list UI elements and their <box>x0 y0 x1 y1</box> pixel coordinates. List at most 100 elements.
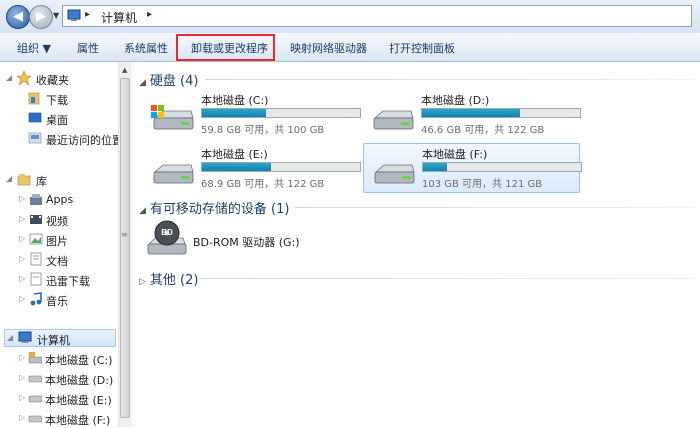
videos-library-icon <box>30 215 42 224</box>
recent-pages-dropdown-icon[interactable]: ▼ <box>53 11 59 20</box>
thunder-downloads-icon <box>30 272 42 286</box>
group-divider <box>199 278 695 279</box>
organize-button[interactable]: 组织 ▼ <box>17 40 51 56</box>
back-button[interactable]: ◀ <box>6 5 30 29</box>
collapse-arrow-icon[interactable]: ◢ <box>139 78 146 88</box>
bd-rom-drive-tile[interactable]: BD BD-ROM 驱动器 (G:) <box>147 220 347 260</box>
group-header-other[interactable]: ▷ 其他 (2) <box>139 269 198 288</box>
drive-free-space: 68.9 GB 可用，共 122 GB <box>201 179 325 190</box>
expand-arrow-icon[interactable]: ▷ <box>19 413 25 422</box>
drive-usage-fill <box>202 163 271 171</box>
nav-item-downloads[interactable]: 下载 <box>0 90 118 108</box>
expand-arrow-icon[interactable]: ▷ <box>19 294 25 303</box>
computer-icon <box>18 331 32 343</box>
properties-button[interactable]: 属性 <box>77 40 99 56</box>
collapse-arrow-icon[interactable]: ◢ <box>7 333 13 342</box>
address-field[interactable]: ▸ 计算机 ▸ <box>62 5 692 27</box>
nav-libraries[interactable]: ◢ 库 <box>0 171 118 189</box>
system-properties-button[interactable]: 系统属性 <box>124 40 168 56</box>
drive-name: 本地磁盘 (F:) <box>422 148 488 161</box>
expand-arrow-icon[interactable]: ▷ <box>19 234 25 243</box>
music-note-icon <box>30 292 42 306</box>
group-divider <box>205 79 695 80</box>
desktop-icon <box>28 112 42 123</box>
nav-item-recent-places[interactable]: 最近访问的位置 <box>0 130 123 148</box>
bd-badge: BD <box>161 228 173 237</box>
nav-item-drive-e[interactable]: ▷ 本地磁盘 (E:) <box>0 390 118 408</box>
expand-arrow-icon[interactable]: ▷ <box>19 353 25 362</box>
collapse-arrow-icon[interactable]: ◢ <box>6 174 12 183</box>
hard-drive-icon <box>153 164 194 184</box>
drive-usage-bar <box>422 162 582 172</box>
expand-arrow-icon[interactable]: ▷ <box>19 393 25 402</box>
library-icon <box>17 174 31 186</box>
star-icon <box>17 71 31 85</box>
nav-item-pictures[interactable]: ▷ 图片 <box>0 231 118 249</box>
nav-item-desktop[interactable]: 桌面 <box>0 110 118 128</box>
drive-name: 本地磁盘 (D:) <box>421 94 490 107</box>
hard-drive-icon <box>28 395 42 403</box>
forward-button[interactable]: ▶ <box>29 5 53 29</box>
drive-name: 本地磁盘 (C:) <box>201 94 269 107</box>
nav-item-drive-f[interactable]: ▷ 本地磁盘 (F:) <box>0 410 118 428</box>
hard-drive-icon <box>374 164 415 184</box>
recent-places-icon <box>28 132 42 144</box>
group-divider <box>295 207 695 208</box>
drive-tile-c[interactable]: 本地磁盘 (C:) 59.8 GB 可用，共 100 GB <box>143 90 361 138</box>
nav-item-documents[interactable]: ▷ 文档 <box>0 251 118 269</box>
highlight-box <box>176 34 275 61</box>
nav-item-apps[interactable]: ▷ Apps <box>0 191 118 209</box>
expand-arrow-icon[interactable]: ▷ <box>19 214 25 223</box>
nav-scrollbar[interactable]: ▲ ≡ <box>118 62 132 427</box>
nav-computer[interactable]: ◢ 计算机 <box>4 329 116 347</box>
pictures-library-icon <box>29 233 43 245</box>
expand-arrow-icon[interactable]: ▷ <box>19 194 25 203</box>
collapse-arrow-icon[interactable]: ◢ <box>6 73 12 82</box>
system-drive-icon <box>28 352 42 364</box>
drive-usage-fill <box>423 163 447 171</box>
drive-usage-bar <box>201 108 361 118</box>
scroll-thumb[interactable] <box>120 78 130 418</box>
drive-usage-bar <box>421 108 581 118</box>
downloads-folder-icon <box>28 92 40 105</box>
nav-item-thunder-downloads[interactable]: ▷ 迅雷下载 <box>0 271 118 289</box>
nav-favorites[interactable]: ◢ 收藏夹 <box>0 70 118 88</box>
drive-name: BD-ROM 驱动器 (G:) <box>193 236 300 249</box>
drive-usage-fill <box>202 109 266 117</box>
breadcrumb-separator-icon[interactable]: ▸ <box>147 9 152 20</box>
navigation-pane: ◢ 收藏夹 下载 桌面 最近访问的位置 ◢ 库 ▷ Apps ▷ 视频 ▷ 图片… <box>0 62 123 428</box>
content-pane: ◢ 硬盘 (4) 本地磁盘 (C:) 59.8 GB 可用，共 100 GB 本地… <box>135 62 700 427</box>
hard-drive-icon <box>373 110 414 130</box>
map-network-drive-button[interactable]: 映射网络驱动器 <box>290 40 367 56</box>
drive-free-space: 59.8 GB 可用，共 100 GB <box>201 125 325 136</box>
drive-free-space: 103 GB 可用，共 121 GB <box>422 179 543 190</box>
hard-drive-icon <box>28 375 42 383</box>
expand-arrow-icon[interactable]: ▷ <box>139 277 146 287</box>
apps-library-icon <box>30 194 42 205</box>
expand-arrow-icon[interactable]: ▷ <box>19 373 25 382</box>
nav-item-drive-c[interactable]: ▷ 本地磁盘 (C:) <box>0 350 118 368</box>
drive-tile-e[interactable]: 本地磁盘 (E:) 68.9 GB 可用，共 122 GB <box>143 144 361 192</box>
drive-usage-fill <box>422 109 520 117</box>
drive-tile-d[interactable]: 本地磁盘 (D:) 46.6 GB 可用，共 122 GB <box>363 90 581 138</box>
collapse-arrow-icon[interactable]: ◢ <box>139 206 146 216</box>
nav-item-drive-d[interactable]: ▷ 本地磁盘 (D:) <box>0 370 118 388</box>
command-bar: 组织 ▼ 属性 系统属性 卸载或更改程序 映射网络驱动器 打开控制面板 <box>0 33 700 62</box>
breadcrumb-computer[interactable]: 计算机 <box>101 9 137 26</box>
expand-arrow-icon[interactable]: ▷ <box>19 274 25 283</box>
breadcrumb-separator-icon[interactable]: ▸ <box>85 9 90 20</box>
computer-icon <box>67 9 81 21</box>
group-header-removable[interactable]: ◢ 有可移动存储的设备 (1) <box>139 198 289 217</box>
documents-library-icon <box>30 252 42 266</box>
drive-name: 本地磁盘 (E:) <box>201 148 268 161</box>
expand-arrow-icon[interactable]: ▷ <box>19 254 25 263</box>
bd-rom-drive-icon: BD <box>147 220 187 255</box>
scroll-up-icon[interactable]: ▲ <box>122 66 127 74</box>
scroll-grip-icon: ≡ <box>121 230 128 239</box>
open-control-panel-button[interactable]: 打开控制面板 <box>389 40 455 56</box>
address-bar: ◀ ▶ ▼ ▸ 计算机 ▸ <box>0 0 700 34</box>
group-header-hdd[interactable]: ◢ 硬盘 (4) <box>139 70 198 89</box>
drive-tile-f[interactable]: 本地磁盘 (F:) 103 GB 可用，共 121 GB <box>363 143 582 193</box>
nav-item-music[interactable]: ▷ 音乐 <box>0 291 118 309</box>
nav-item-videos[interactable]: ▷ 视频 <box>0 211 118 229</box>
